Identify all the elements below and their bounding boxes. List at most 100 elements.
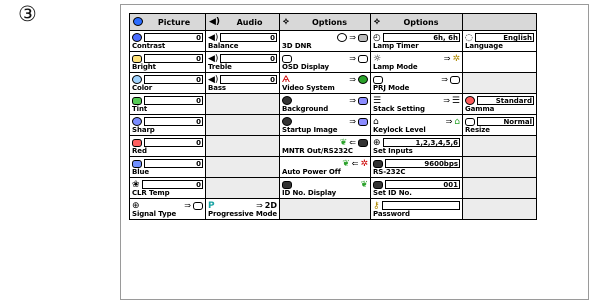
balance-setting[interactable]: ◀) 0 Balance (206, 31, 280, 52)
startup-image-setting[interactable]: ⇒ Startup Image (280, 115, 371, 136)
language-label: Language (465, 42, 503, 50)
tab-options-2[interactable]: ⟡ Options (371, 14, 463, 31)
dnr-setting[interactable]: ⇒ 3D DNR (280, 31, 371, 52)
resize-value: Normal (477, 117, 534, 126)
tint-setting[interactable]: 0 Tint (130, 94, 206, 115)
gamma-setting[interactable]: Standard Gamma (463, 94, 537, 115)
empty-cell (463, 199, 537, 220)
background-setting[interactable]: ⇒ Background (280, 94, 371, 115)
sharp-value: 0 (144, 117, 203, 126)
arrow-right-icon: ⇒ (349, 33, 356, 42)
set-id-value: 001 (385, 180, 460, 189)
red-value: 0 (144, 138, 203, 147)
tint-label: Tint (132, 105, 148, 113)
resize-icon (465, 117, 475, 126)
id-display-setting[interactable]: ❦ ID No. Display (280, 178, 371, 199)
dnr-label: 3D DNR (282, 42, 312, 50)
osd-icon (282, 54, 292, 63)
empty-cell (280, 199, 371, 220)
password-setting[interactable]: ⚷ Password (371, 199, 463, 220)
bright-value: 0 (144, 54, 203, 63)
tab-picture[interactable]: Picture (130, 14, 206, 31)
arrow-right-icon: ⇒ (349, 96, 356, 105)
prj-mode-setting[interactable]: ⇒ PRJ Mode (371, 73, 463, 94)
progressive-value: 2D (264, 200, 277, 210)
sharp-setting[interactable]: 0 Sharp (130, 115, 206, 136)
power-off-icon: ✲ (360, 158, 368, 169)
red-label: Red (132, 147, 147, 155)
set-inputs-label: Set Inputs (373, 147, 413, 155)
balance-label: Balance (208, 42, 239, 50)
arrow-right-icon: ⇒ (443, 54, 451, 63)
clr-temp-label: CLR Temp (132, 189, 170, 197)
stack-setting[interactable]: ☰ ⇒ ☰ Stack Setting (371, 94, 463, 115)
serial-port-icon (373, 159, 383, 168)
empty-cell (463, 73, 537, 94)
gamma-label: Gamma (465, 105, 495, 113)
options-icon: ⟡ (283, 17, 289, 27)
leaf-icon: ❦ (360, 179, 368, 190)
color-icon (132, 75, 142, 84)
set-id-setting[interactable]: 001 Set ID No. (371, 178, 463, 199)
clr-temp-setting[interactable]: ❀ 0 CLR Temp (130, 178, 206, 199)
options-icon: ⟡ (374, 17, 380, 27)
rs232c-label: RS-232C (373, 168, 406, 176)
header-blank (463, 14, 537, 31)
tab-audio[interactable]: ◀) Audio (206, 14, 280, 31)
speaker-icon: ◀) (209, 17, 221, 27)
speaker-icon: ◀) (208, 74, 219, 85)
lamp-timer-setting[interactable]: ◴ 6h, 6h Lamp Timer (371, 31, 463, 52)
startup-icon (282, 117, 292, 126)
lock-green-icon: ⌂ (454, 116, 460, 127)
empty-cell (206, 136, 280, 157)
lock-icon: ⌂ (373, 116, 379, 127)
bass-setting[interactable]: ◀) 0 Bass (206, 73, 280, 94)
lamp-mode-setting[interactable]: ☼ ⇒ ✲ Lamp Mode (371, 52, 463, 73)
color-setting[interactable]: 0 Color (130, 73, 206, 94)
rs232c-value: 9600bps (385, 159, 460, 168)
ntsc-icon (358, 75, 368, 84)
resize-setting[interactable]: Normal Resize (463, 115, 537, 136)
set-inputs-setting[interactable]: ⊕ 1,2,3,4,5,6 Set Inputs (371, 136, 463, 157)
osd-display-setting[interactable]: ⇒ OSD Display (280, 52, 371, 73)
video-system-setting[interactable]: Ѧ ⇒ Video System (280, 73, 371, 94)
password-value (381, 201, 460, 210)
osd-off-icon (358, 54, 368, 63)
treble-setting[interactable]: ◀) 0 Treble (206, 52, 280, 73)
auto-power-off-setting[interactable]: ❦ ⇐ ✲ Auto Power Off (280, 157, 371, 178)
arrow-right-icon: ⇒ (184, 201, 191, 210)
arrow-left-icon: ⇐ (349, 138, 356, 147)
balance-value: 0 (220, 33, 277, 42)
circle-icon (337, 33, 348, 42)
arrow-right-icon: ⇒ (349, 54, 356, 63)
empty-cell (206, 94, 280, 115)
leaf-icon: ❦ (339, 137, 348, 148)
sharp-label: Sharp (132, 126, 155, 134)
language-empty-row2 (463, 52, 537, 73)
language-setting[interactable]: ◌ English Language (463, 31, 537, 52)
signal-type-setting[interactable]: ⊕ ⇒ Signal Type (130, 199, 206, 220)
id-display-label: ID No. Display (282, 189, 337, 197)
red-icon (132, 138, 142, 147)
gamma-icon (465, 96, 475, 105)
mntr-out-setting[interactable]: ❦ ⇐ MNTR Out/RS232C (280, 136, 371, 157)
key-icon: ⚷ (373, 200, 380, 211)
tint-icon (132, 96, 142, 105)
keylock-setting[interactable]: ⌂ ⇒ ⌂ Keylock Level (371, 115, 463, 136)
speech-bubble-icon: ◌ (465, 32, 473, 43)
progressive-mode-setting[interactable]: P ⇒ 2D Progressive Mode (206, 199, 280, 220)
bright-setting[interactable]: 0 Bright (130, 52, 206, 73)
inputs-icon: ⊕ (373, 137, 381, 148)
monitor-icon (358, 138, 368, 147)
set-id-label: Set ID No. (373, 189, 412, 197)
speaker-icon: ◀) (208, 32, 219, 43)
treble-value: 0 (220, 54, 277, 63)
rs232c-setting[interactable]: 9600bps RS-232C (371, 157, 463, 178)
contrast-setting[interactable]: 0 Contrast (130, 31, 206, 52)
arrow-left-icon: ⇐ (351, 159, 359, 168)
empty-cell (463, 136, 537, 157)
tab-audio-label: Audio (236, 17, 263, 27)
blue-setting[interactable]: 0 Blue (130, 157, 206, 178)
red-setting[interactable]: 0 Red (130, 136, 206, 157)
tab-options-1[interactable]: ⟡ Options (280, 14, 371, 31)
